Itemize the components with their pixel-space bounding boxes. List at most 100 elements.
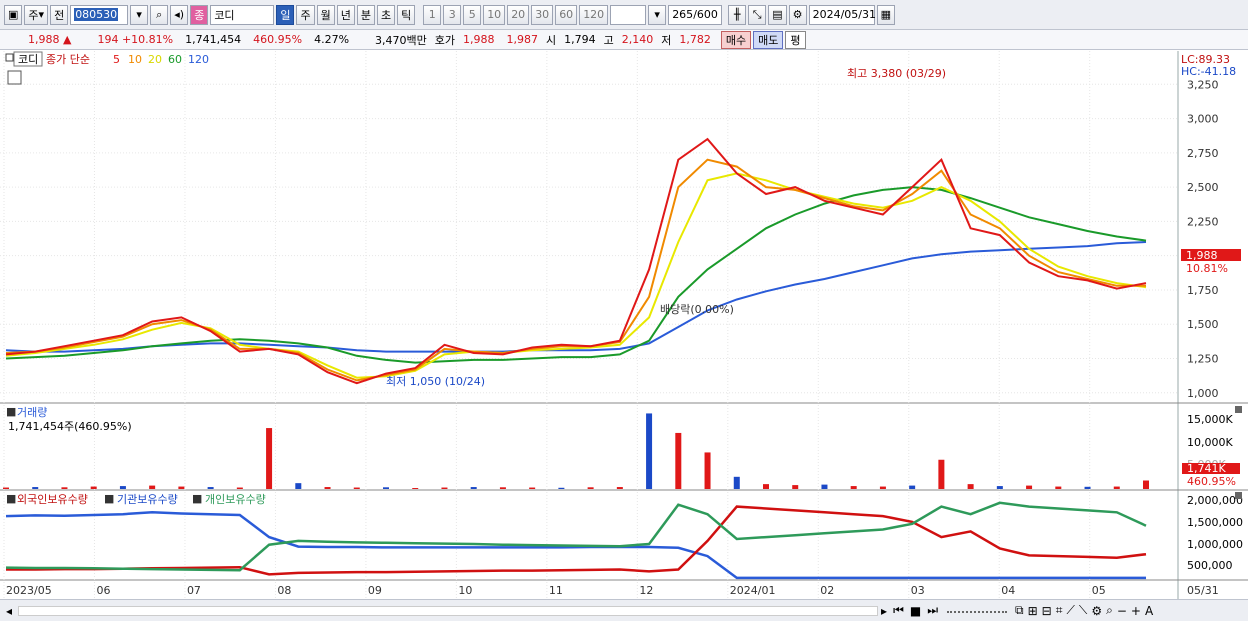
volume-bar (383, 487, 389, 489)
interval-5[interactable]: 5 (463, 4, 482, 25)
calendar-icon[interactable]: ▦ (876, 4, 895, 25)
open-label: 시 (546, 33, 557, 47)
holder-tick-2m: 2,000,000 (1187, 494, 1243, 507)
ma5-legend: 5 (113, 53, 120, 66)
interval-20[interactable]: 20 (507, 4, 530, 25)
period-week[interactable]: 주 (296, 4, 315, 25)
volume-bar (266, 428, 273, 489)
volume-bar (32, 487, 39, 489)
quote-bar: 1,988 ▲ 194 +10.81% 1,741,454 460.95% 4.… (0, 30, 1248, 50)
high-label: 고 (603, 33, 614, 47)
period-day[interactable]: 일 (276, 4, 295, 25)
volume-collapse-icon[interactable]: ■ (6, 405, 16, 418)
stock-tab-label: 코디 (18, 53, 38, 66)
sell-button[interactable]: 매도 (753, 30, 784, 49)
horizontal-scrollbar[interactable] (18, 605, 879, 616)
legend-retail: 개인보유수량 (205, 493, 266, 506)
rewind-icon[interactable]: ⏮ (890, 603, 907, 618)
stock-code-input[interactable]: 080530 (70, 4, 129, 25)
play-icon[interactable]: ▸ (878, 604, 890, 618)
volume-bar (61, 487, 68, 489)
high-annotation: 최고 3,380 (03/29) (847, 67, 946, 80)
volume-current-rate: 460.95% (1187, 475, 1236, 488)
volume-bar (558, 487, 565, 489)
market-selector[interactable]: 주 ▾ (24, 4, 49, 25)
interval-30[interactable]: 30 (531, 4, 554, 25)
window-icon[interactable]: ⊟ (1040, 604, 1054, 618)
buy-button[interactable]: 매수 (720, 30, 752, 49)
legend-foreign: 외국인보유수량 (17, 493, 88, 506)
stock-chart[interactable]: 1,0001,2501,5001,7502,0002,2502,5002,750… (0, 51, 1248, 599)
stop-icon[interactable]: ■ (907, 604, 924, 618)
interval-dropdown-icon[interactable]: ▾ (648, 4, 667, 25)
low-annotation: 최저 1,050 (10/24) (386, 375, 485, 388)
interval-120[interactable]: 120 (579, 4, 609, 25)
chart-menu-icon[interactable]: ▣ (4, 4, 23, 25)
ma60-legend: 60 (168, 53, 182, 66)
candle-icon[interactable]: ╫ (728, 4, 747, 25)
split-icon[interactable]: ⊞ (1026, 604, 1040, 618)
search-icon[interactable]: ⌕ (150, 4, 169, 25)
volume-tick-15000k: 15,000K (1187, 413, 1233, 426)
settings-icon[interactable]: ⚙ (1089, 604, 1104, 618)
volume-bar (1026, 485, 1033, 489)
period-year[interactable]: 년 (336, 4, 355, 25)
scroll-left-icon[interactable]: ◂ (0, 604, 18, 618)
volume-bar (850, 486, 857, 489)
bid-value: 1,987 (506, 33, 539, 46)
table-icon[interactable] (7, 70, 22, 85)
period-month[interactable]: 월 (316, 4, 335, 25)
fib-icon[interactable]: ⟍ (1077, 603, 1089, 618)
hc-value: HC:-41.18 (1181, 65, 1236, 78)
font-icon[interactable]: A (1143, 604, 1155, 618)
fast-forward-icon[interactable]: ⏭ (924, 603, 941, 618)
holder-tick-1_5m: 1,500,000 (1187, 516, 1243, 529)
code-dropdown-icon[interactable]: ▾ (130, 4, 149, 25)
volume-bar (1143, 480, 1149, 489)
indicator-icon[interactable]: ⌗ (1054, 603, 1065, 618)
draw-icon[interactable]: ⤡ (748, 4, 767, 25)
volume-bar (353, 487, 360, 489)
zoom-slider[interactable] (947, 609, 1008, 613)
holder-collapse-icon[interactable]: ■ (6, 492, 16, 505)
volume-panel-close-icon[interactable] (1235, 406, 1242, 413)
print-icon[interactable]: ▤ (768, 4, 787, 25)
price-tick-label: 1,000 (1187, 387, 1219, 400)
interval-custom-input[interactable] (610, 4, 647, 25)
stock-name-field[interactable]: 코디 (210, 4, 275, 25)
zoom-in-icon[interactable]: + (1129, 604, 1143, 618)
sound-icon[interactable]: ◂) (170, 4, 189, 25)
holder-panel-close-icon[interactable] (1235, 492, 1242, 499)
volume-bar (909, 485, 916, 489)
interval-60[interactable]: 60 (555, 4, 578, 25)
prev-button[interactable]: 전 (50, 4, 69, 25)
period-second[interactable]: 초 (376, 4, 396, 25)
quote-turnover: 4.27% (314, 33, 350, 46)
ask-label: 호가 (434, 33, 456, 47)
volume-bar (90, 486, 97, 489)
interval-10[interactable]: 10 (483, 4, 506, 25)
count-field[interactable]: 265/600 (668, 4, 723, 25)
interval-1[interactable]: 1 (423, 4, 442, 25)
price-tick-label: 2,500 (1187, 181, 1219, 194)
volume-bar (1055, 486, 1062, 489)
interval-3[interactable]: 3 (443, 4, 462, 25)
chart-navigation-bar: ◂ ▸ ⏮ ■ ⏭ ⧉ ⊞ ⊟ ⌗ ⟋ ⟍ ⚙ ⌕ − + A (0, 599, 1248, 621)
volume-bar (412, 488, 419, 489)
price-tick-label: 2,750 (1187, 147, 1219, 160)
date-tick-label: 04 (1001, 584, 1015, 597)
gear-icon[interactable]: ⚙ (788, 4, 807, 25)
period-tick[interactable]: 틱 (397, 4, 416, 25)
date-field[interactable]: 2024/05/31 (808, 4, 876, 25)
eval-button[interactable]: 평 (785, 30, 806, 49)
volume-bar (675, 432, 682, 489)
period-minute[interactable]: 분 (356, 4, 375, 25)
line-tool-icon[interactable]: ⟋ (1065, 603, 1077, 618)
up-arrow-icon: ▲ (63, 33, 72, 46)
change-rate: +10.81% (121, 33, 174, 46)
zoom-out-icon[interactable]: − (1115, 604, 1129, 618)
layout-icon[interactable]: ⧉ (1013, 603, 1026, 618)
volume-bar (704, 452, 711, 489)
volume-bar (879, 486, 886, 489)
zoom-icon[interactable]: ⌕ (1104, 603, 1115, 618)
